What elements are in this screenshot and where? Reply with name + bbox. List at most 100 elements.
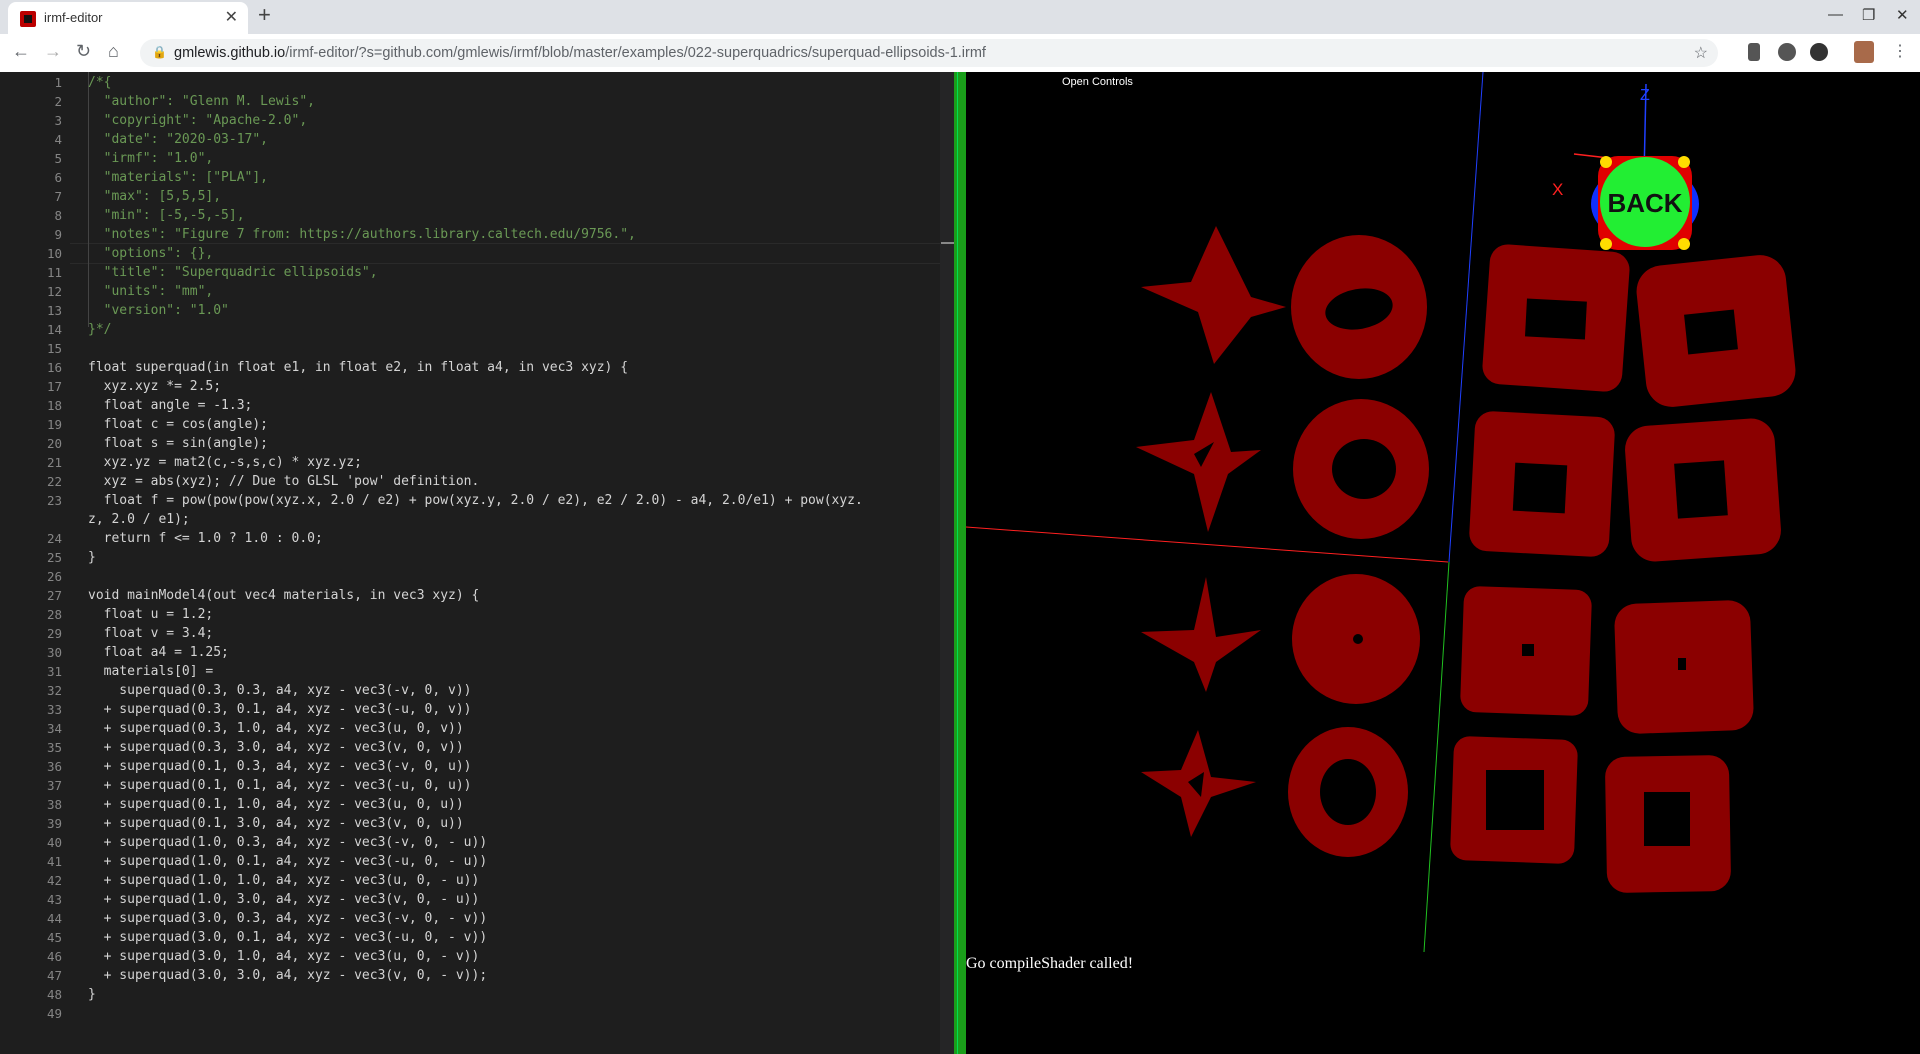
line-number: 8 (54, 208, 62, 223)
code-line[interactable]: "min": [-5,-5,-5], (88, 206, 245, 225)
code-line[interactable]: "irmf": "1.0", (88, 149, 214, 168)
open-controls-button[interactable]: Open Controls (1062, 76, 1133, 88)
line-number: 46 (46, 949, 62, 964)
back-icon[interactable]: ← (12, 41, 30, 62)
code-line[interactable]: + superquad(1.0, 3.0, a4, xyz - vec3(v, … (88, 890, 480, 909)
code-line[interactable]: "version": "1.0" (88, 301, 229, 320)
line-number: 7 (54, 189, 62, 204)
line-number: 2 (54, 94, 62, 109)
line-number: 1 (54, 75, 62, 90)
code-line[interactable]: "author": "Glenn M. Lewis", (88, 92, 315, 111)
reload-icon[interactable]: ↻ (76, 41, 91, 62)
line-number: 32 (46, 683, 62, 698)
home-icon[interactable]: ⌂ (108, 41, 119, 62)
line-number: 40 (46, 835, 62, 850)
nav-cube-back-label: BACK (1607, 188, 1682, 218)
tab-irmf-editor[interactable]: irmf-editor ✕ (8, 2, 248, 34)
code-line[interactable]: /*{ (88, 73, 111, 92)
code-line[interactable]: + superquad(0.1, 0.1, a4, xyz - vec3(-u,… (88, 776, 472, 795)
code-line[interactable]: float c = cos(angle); (88, 415, 268, 434)
close-window-icon[interactable]: ✕ (1896, 6, 1909, 24)
line-number: 27 (46, 588, 62, 603)
code-line[interactable]: + superquad(0.3, 0.1, a4, xyz - vec3(-u,… (88, 700, 472, 719)
line-number: 19 (46, 417, 62, 432)
code-line[interactable]: }*/ (88, 320, 111, 339)
editor-scrollbar[interactable] (940, 72, 954, 1054)
code-line[interactable]: void mainModel4(out vec4 materials, in v… (88, 586, 479, 605)
close-tab-icon[interactable]: ✕ (225, 7, 238, 27)
code-line[interactable]: return f <= 1.0 ? 1.0 : 0.0; (88, 529, 323, 548)
code-line[interactable]: float superquad(in float e1, in float e2… (88, 358, 628, 377)
code-line[interactable]: + superquad(0.3, 1.0, a4, xyz - vec3(u, … (88, 719, 464, 738)
line-number: 35 (46, 740, 62, 755)
line-number: 10 (46, 246, 62, 261)
line-number: 38 (46, 797, 62, 812)
address-bar[interactable]: 🔒 gmlewis.github.io/irmf-editor/?s=githu… (140, 39, 1718, 67)
extension-icon-2[interactable] (1778, 43, 1796, 61)
code-line[interactable]: + superquad(0.1, 3.0, a4, xyz - vec3(v, … (88, 814, 464, 833)
line-number: 14 (46, 322, 62, 337)
line-number: 11 (46, 265, 62, 280)
bookmark-star-icon[interactable]: ☆ (1694, 43, 1708, 63)
code-line[interactable]: float f = pow(pow(pow(xyz.x, 2.0 / e2) +… (88, 491, 863, 510)
code-line[interactable]: float angle = -1.3; (88, 396, 253, 415)
code-line[interactable]: "max": [5,5,5], (88, 187, 221, 206)
profile-avatar[interactable] (1854, 41, 1874, 63)
shape-star-3 (1141, 577, 1261, 692)
code-line[interactable]: xyz = abs(xyz); // Due to GLSL 'pow' def… (88, 472, 480, 491)
line-number: 37 (46, 778, 62, 793)
code-editor[interactable]: 1 /*{2 "author": "Glenn M. Lewis", 3 "copy… (0, 72, 954, 1054)
code-line[interactable]: + superquad(1.0, 1.0, a4, xyz - vec3(u, … (88, 871, 480, 890)
extension-icon-3[interactable] (1810, 43, 1828, 61)
code-line[interactable]: + superquad(1.0, 0.1, a4, xyz - vec3(-u,… (88, 852, 488, 871)
new-tab-button[interactable]: + (258, 2, 271, 28)
code-line[interactable]: } (88, 985, 96, 1004)
line-number: 22 (46, 474, 62, 489)
minimize-icon[interactable]: — (1828, 6, 1843, 23)
line-number: 44 (46, 911, 62, 926)
code-line[interactable]: "date": "2020-03-17", (88, 130, 268, 149)
code-line[interactable]: } (88, 548, 96, 567)
code-line[interactable]: float v = 3.4; (88, 624, 214, 643)
code-line[interactable]: "title": "Superquadric ellipsoids", (88, 263, 378, 282)
tab-strip: irmf-editor ✕ + — ❐ ✕ (0, 0, 1920, 34)
code-line[interactable]: + superquad(3.0, 1.0, a4, xyz - vec3(u, … (88, 947, 480, 966)
code-line[interactable]: + superquad(0.3, 3.0, a4, xyz - vec3(v, … (88, 738, 464, 757)
code-line[interactable]: superquad(0.3, 0.3, a4, xyz - vec3(-v, 0… (88, 681, 471, 700)
url-text[interactable]: gmlewis.github.io/irmf-editor/?s=github.… (174, 45, 986, 61)
page-content: 1 /*{2 "author": "Glenn M. Lewis", 3 "copy… (0, 72, 1920, 1054)
code-line[interactable]: + superquad(3.0, 0.3, a4, xyz - vec3(-v,… (88, 909, 488, 928)
code-line[interactable]: z, 2.0 / e1); (88, 510, 190, 529)
line-number: 5 (54, 151, 62, 166)
code-line[interactable]: float u = 1.2; (88, 605, 214, 624)
code-line[interactable]: xyz.xyz *= 2.5; (88, 377, 221, 396)
code-line[interactable]: materials[0] = (88, 662, 214, 681)
line-number: 42 (46, 873, 62, 888)
code-line[interactable]: + superquad(0.1, 1.0, a4, xyz - vec3(u, … (88, 795, 464, 814)
code-line[interactable]: + superquad(3.0, 0.1, a4, xyz - vec3(-u,… (88, 928, 488, 947)
pane-splitter[interactable] (954, 72, 966, 1054)
line-number: 47 (46, 968, 62, 983)
code-line[interactable]: + superquad(0.1, 0.3, a4, xyz - vec3(-v,… (88, 757, 472, 776)
line-number: 29 (46, 626, 62, 641)
line-number: 48 (46, 987, 62, 1002)
code-line[interactable]: + superquad(3.0, 3.0, a4, xyz - vec3(v, … (88, 966, 488, 985)
forward-icon[interactable]: → (44, 41, 62, 62)
line-number: 23 (46, 493, 62, 508)
scrollbar-cursor-marker (941, 242, 954, 244)
line-number: 36 (46, 759, 62, 774)
code-line[interactable]: float a4 = 1.25; (88, 643, 229, 662)
code-line[interactable]: "units": "mm", (88, 282, 214, 301)
code-line[interactable]: "copyright": "Apache-2.0", (88, 111, 308, 130)
code-line[interactable]: float s = sin(angle); (88, 434, 268, 453)
code-line[interactable]: xyz.yz = mat2(c,-s,s,c) * xyz.yz; (88, 453, 362, 472)
3d-viewport[interactable]: Z X BACK Open Controls Go compileShader … (966, 72, 1920, 1054)
code-line[interactable]: "options": {}, (88, 244, 214, 263)
code-line[interactable]: "notes": "Figure 7 from: https://authors… (88, 225, 636, 244)
code-line[interactable]: "materials": ["PLA"], (88, 168, 268, 187)
extension-icon-1[interactable] (1748, 43, 1760, 61)
restore-icon[interactable]: ❐ (1862, 6, 1875, 24)
line-number: 16 (46, 360, 62, 375)
browser-menu-icon[interactable]: ⋮ (1892, 41, 1908, 61)
code-line[interactable]: + superquad(1.0, 0.3, a4, xyz - vec3(-v,… (88, 833, 488, 852)
